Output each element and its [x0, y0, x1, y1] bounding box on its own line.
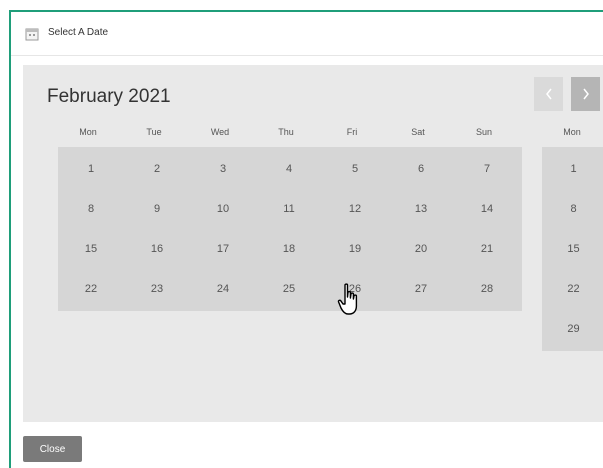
chevron-right-icon	[582, 88, 589, 100]
day-cell[interactable]: 4	[256, 149, 322, 189]
day-cell[interactable]: 23	[124, 269, 190, 309]
day-cell[interactable]: 21	[454, 229, 520, 269]
day-cell[interactable]: 28	[454, 269, 520, 309]
day-cell[interactable]: 3	[190, 149, 256, 189]
dialog-header: Select A Date	[11, 12, 603, 56]
weekday-header: Wed	[210, 127, 230, 137]
day-cell[interactable]: 29	[542, 309, 603, 349]
weekday-header: Mon	[79, 127, 97, 137]
dialog-title: Select A Date	[48, 27, 109, 38]
date-picker-dialog: Select A Date February 2021 Mon Tue Wed …	[9, 10, 603, 468]
weekday-header: Thu	[278, 127, 294, 137]
day-cell[interactable]: 25	[256, 269, 322, 309]
day-cell[interactable]: 24	[190, 269, 256, 309]
month-grid: 1 2 3 4 5 6 7 8 9 10 11 12 13 14 15 16 1…	[58, 147, 522, 311]
day-cell[interactable]: 5	[322, 149, 388, 189]
hand-pointer-icon	[337, 283, 358, 315]
day-cell[interactable]: 16	[124, 229, 190, 269]
calendar-icon	[25, 28, 39, 41]
day-cell[interactable]: 17	[190, 229, 256, 269]
day-cell[interactable]: 10	[190, 189, 256, 229]
next-month-button[interactable]	[571, 77, 600, 111]
day-cell[interactable]: 15	[542, 229, 603, 269]
day-cell[interactable]: 22	[542, 269, 603, 309]
day-cell[interactable]: 20	[388, 229, 454, 269]
prev-month-button[interactable]	[534, 77, 563, 111]
weekday-header: Tue	[146, 127, 162, 137]
day-cell[interactable]: 11	[256, 189, 322, 229]
month-title: February 2021	[47, 86, 171, 107]
day-cell[interactable]: 15	[58, 229, 124, 269]
weekday-header: Fri	[346, 127, 358, 137]
day-cell[interactable]: 14	[454, 189, 520, 229]
day-cell[interactable]: 18	[256, 229, 322, 269]
day-cell[interactable]: 19	[322, 229, 388, 269]
next-month-weekday-header: Mon	[563, 127, 581, 137]
day-cell[interactable]: 1	[542, 149, 603, 189]
day-cell[interactable]: 9	[124, 189, 190, 229]
day-cell[interactable]: 7	[454, 149, 520, 189]
weekday-header: Sun	[475, 127, 492, 137]
calendar-area: February 2021 Mon Tue Wed Thu Fri Sat Su…	[23, 65, 603, 422]
day-cell[interactable]: 22	[58, 269, 124, 309]
day-cell[interactable]: 6	[388, 149, 454, 189]
day-cell[interactable]: 8	[542, 189, 603, 229]
day-cell[interactable]: 8	[58, 189, 124, 229]
next-month-grid: 1 8 15 22 29	[542, 147, 603, 351]
chevron-left-icon	[545, 88, 552, 100]
day-cell[interactable]: 13	[388, 189, 454, 229]
day-cell[interactable]: 2	[124, 149, 190, 189]
day-cell[interactable]: 12	[322, 189, 388, 229]
day-cell[interactable]: 27	[388, 269, 454, 309]
weekday-header: Sat	[411, 127, 425, 137]
close-button[interactable]: Close	[23, 436, 82, 462]
day-cell[interactable]: 1	[58, 149, 124, 189]
